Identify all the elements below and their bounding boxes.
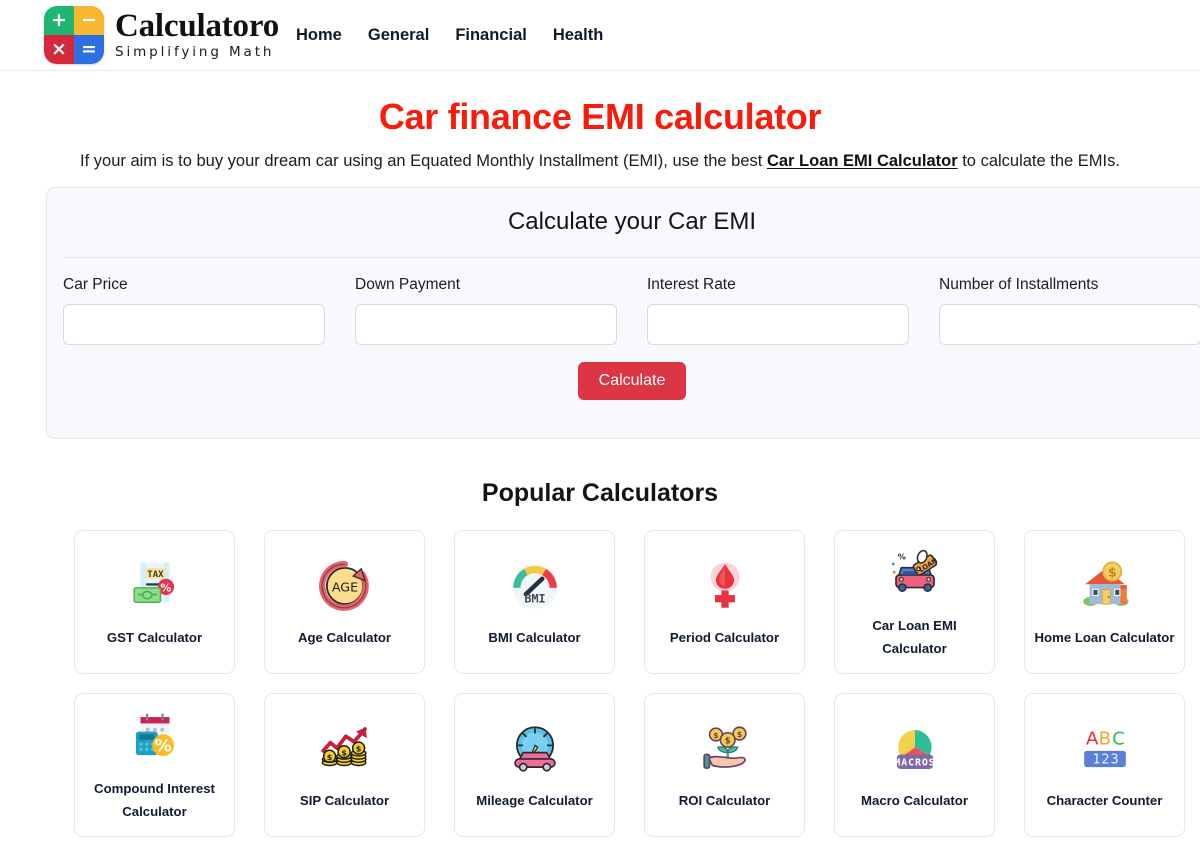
tile-roi-calculator[interactable]: $ $ $ ROI Calculator	[644, 693, 805, 838]
tile-gst-calculator[interactable]: TAX % GST Calculator	[74, 530, 235, 675]
svg-text:TAX: TAX	[147, 570, 164, 580]
svg-text:$: $	[724, 736, 730, 746]
field-down-payment: Down Payment	[355, 276, 617, 346]
svg-text:$: $	[355, 743, 361, 753]
hero-subtitle-text-after: to calculate the EMIs.	[957, 152, 1120, 170]
svg-text:AGE: AGE	[331, 579, 357, 594]
tile-home-loan-calculator[interactable]: $ Home Loan Calculator	[1024, 530, 1185, 675]
tile-label: SIP Calculator	[299, 792, 390, 808]
speedometer-car-icon	[505, 719, 565, 779]
logo-minus-icon: −	[74, 6, 104, 35]
calculator-fields-row: Car Price Down Payment Interest Rate Num…	[47, 258, 1200, 346]
popular-calculators-grid: TAX % GST Calculator AGE Age Calculator …	[74, 530, 1185, 838]
tile-age-calculator[interactable]: AGE Age Calculator	[264, 530, 425, 675]
calendar-calculator-percent-icon: %	[125, 707, 185, 767]
logo-plus-icon: +	[44, 6, 74, 35]
female-blood-drop-icon	[695, 556, 755, 616]
svg-text:%: %	[154, 737, 171, 757]
field-number-of-installments: Number of Installments	[939, 276, 1200, 346]
field-interest-rate: Interest Rate	[647, 276, 909, 346]
tile-car-loan-emi-calculator[interactable]: % LOAN Car Loan EMI Calculator	[834, 530, 995, 675]
number-of-installments-input[interactable]	[939, 304, 1200, 346]
age-circle-arrow-icon: AGE	[315, 556, 375, 616]
logo-times-icon: ×	[44, 35, 74, 64]
number-of-installments-label: Number of Installments	[939, 276, 1099, 294]
site-header: + − × = Calculatoro Simplifying Math Hom…	[0, 0, 1200, 71]
emi-calculator-card: Calculate your Car EMI Car Price Down Pa…	[46, 187, 1200, 440]
tile-label: Macro Calculator	[861, 792, 968, 808]
tile-label: Mileage Calculator	[476, 792, 593, 808]
interest-rate-label: Interest Rate	[647, 276, 736, 294]
tile-compound-interest-calculator[interactable]: % Compound Interest Calculator	[74, 693, 235, 838]
svg-text:$: $	[326, 752, 332, 762]
brand-text: Calculatoro Simplifying Math	[115, 7, 280, 61]
interest-rate-input[interactable]	[647, 304, 909, 346]
svg-text:C: C	[1112, 728, 1125, 749]
svg-text:MACROS: MACROS	[894, 757, 935, 768]
down-payment-input[interactable]	[355, 304, 617, 346]
svg-text:BMI: BMI	[524, 591, 545, 605]
svg-text:2: 2	[1101, 751, 1109, 767]
svg-text:%: %	[160, 581, 171, 594]
tile-period-calculator[interactable]: Period Calculator	[644, 530, 805, 675]
nav-item-health[interactable]: Health	[553, 26, 603, 45]
logo-equals-icon: =	[74, 35, 104, 64]
abc-123-icon: A B C 1 2 3	[1075, 719, 1135, 779]
tile-label: GST Calculator	[106, 629, 203, 645]
nav-item-financial[interactable]: Financial	[455, 26, 527, 45]
brand-logo[interactable]: + − × = Calculatoro Simplifying Math	[44, 6, 279, 64]
calculate-button[interactable]: Calculate	[577, 362, 687, 401]
bmi-gauge-icon: BMI	[505, 556, 565, 616]
svg-text:A: A	[1085, 728, 1098, 749]
tile-label: Character Counter	[1046, 792, 1163, 808]
svg-text:1: 1	[1092, 751, 1100, 767]
popular-calculators-heading: Popular Calculators	[481, 479, 719, 508]
nav-item-home[interactable]: Home	[296, 26, 342, 45]
svg-text:%: %	[897, 552, 905, 562]
calculator-logo-icon: + − × =	[44, 6, 104, 64]
car-price-input[interactable]	[63, 304, 325, 346]
page-title: Car finance EMI calculator	[378, 96, 822, 137]
tile-sip-calculator[interactable]: $ $ $ SIP Calculator	[264, 693, 425, 838]
tile-character-counter[interactable]: A B C 1 2 3 Character Counter	[1024, 693, 1185, 838]
tile-label: Home Loan Calculator	[1034, 629, 1175, 645]
macros-pie-icon: MACROS	[885, 719, 945, 779]
hero-section: Car finance EMI calculator If your aim i…	[0, 71, 1200, 172]
svg-text:B: B	[1098, 728, 1110, 749]
hand-coin-plant-icon: $ $ $	[695, 719, 755, 779]
car-price-label: Car Price	[63, 276, 128, 294]
tax-document-icon: TAX %	[125, 556, 185, 616]
tile-label: ROI Calculator	[678, 792, 771, 808]
car-loan-emi-calculator-link[interactable]: Car Loan EMI Calculator	[767, 152, 958, 170]
tile-label: Period Calculator	[669, 629, 780, 645]
hero-subtitle: If your aim is to buy your dream car usi…	[0, 150, 1200, 172]
svg-text:$: $	[736, 730, 741, 739]
svg-text:$: $	[713, 731, 718, 740]
tile-label: Compound Interest Calculator	[94, 781, 215, 820]
field-car-price: Car Price	[63, 276, 325, 346]
tile-mileage-calculator[interactable]: Mileage Calculator	[454, 693, 615, 838]
tile-label: BMI Calculator	[488, 629, 581, 645]
tile-label: Age Calculator	[297, 629, 392, 645]
tile-macro-calculator[interactable]: MACROS Macro Calculator	[834, 693, 995, 838]
brand-name: Calculatoro	[115, 7, 280, 44]
growth-arrow-coins-icon: $ $ $	[315, 719, 375, 779]
calculator-card-title: Calculate your Car EMI	[507, 208, 757, 236]
nav-item-general[interactable]: General	[368, 26, 429, 45]
main-navigation: Home General Financial Health	[296, 26, 603, 45]
calculate-button-wrap: Calculate	[47, 362, 1200, 401]
svg-text:$: $	[1107, 564, 1116, 579]
svg-text:3: 3	[1110, 751, 1118, 767]
brand-tagline: Simplifying Math	[115, 44, 275, 61]
popular-calculators-section: Popular Calculators TAX % GST Calculator…	[0, 479, 1200, 838]
hero-subtitle-text-before: If your aim is to buy your dream car usi…	[80, 152, 767, 170]
tile-label: Car Loan EMI Calculator	[872, 618, 957, 657]
house-dollar-icon: $	[1075, 556, 1135, 616]
car-loan-tag-icon: % LOAN	[885, 544, 945, 604]
svg-text:$: $	[341, 747, 347, 757]
tile-bmi-calculator[interactable]: BMI BMI Calculator	[454, 530, 615, 675]
down-payment-label: Down Payment	[355, 276, 461, 294]
